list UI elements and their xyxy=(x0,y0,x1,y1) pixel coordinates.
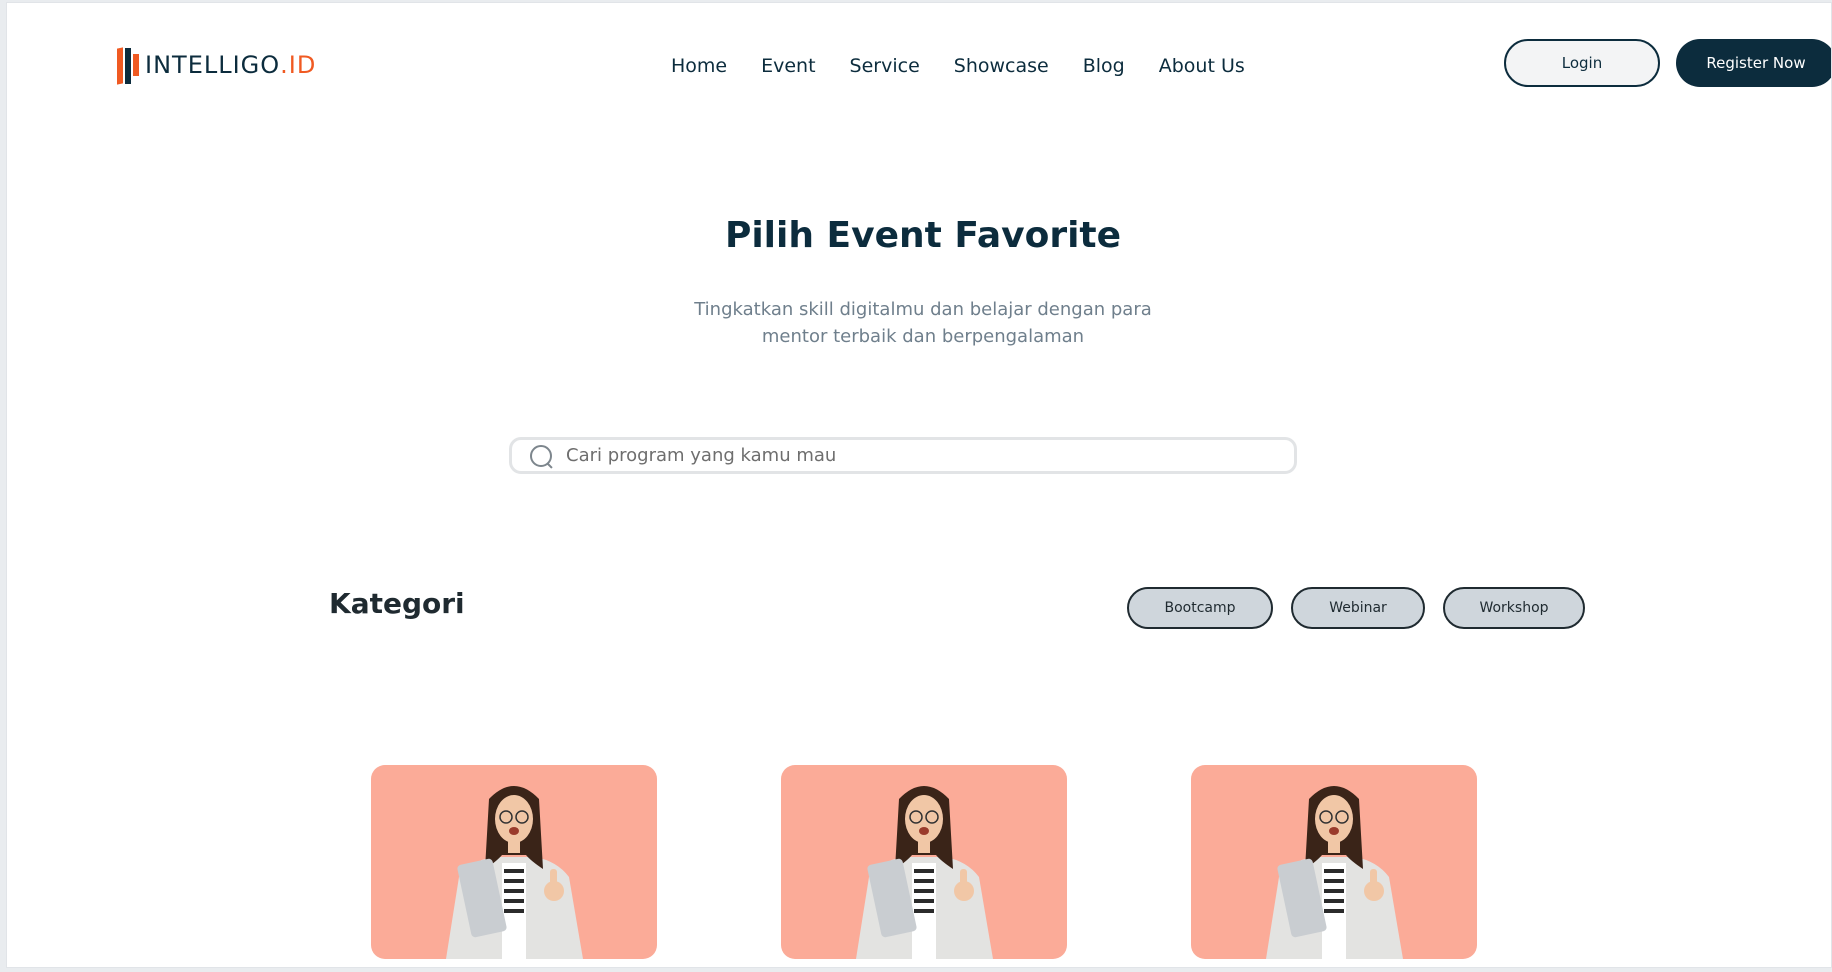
category-filter: Bootcamp Webinar Workshop xyxy=(1127,587,1585,629)
main-nav: Home Event Service Showcase Blog About U… xyxy=(671,55,1245,77)
event-card[interactable] xyxy=(1191,765,1477,959)
nav-item-showcase[interactable]: Showcase xyxy=(954,55,1049,77)
chip-workshop[interactable]: Workshop xyxy=(1443,587,1585,629)
kategori-heading: Kategori xyxy=(329,587,465,620)
nav-item-home[interactable]: Home xyxy=(671,55,727,77)
nav-item-blog[interactable]: Blog xyxy=(1083,55,1125,77)
search-icon xyxy=(528,443,554,469)
hero-subtitle-line-2: mentor terbaik dan berpengalaman xyxy=(761,326,1085,347)
search-input[interactable] xyxy=(566,445,1266,466)
nav-item-service[interactable]: Service xyxy=(850,55,920,77)
brand-name-suffix: .ID xyxy=(280,51,317,79)
brand-logo[interactable]: INTELLIGO .ID xyxy=(117,45,316,85)
chip-bootcamp[interactable]: Bootcamp xyxy=(1127,587,1273,629)
event-card-list xyxy=(371,765,1477,959)
chip-webinar[interactable]: Webinar xyxy=(1291,587,1425,629)
page: INTELLIGO .ID Home Event Service Showcase… xyxy=(6,2,1832,968)
login-button[interactable]: Login xyxy=(1504,39,1660,87)
nav-item-about-us[interactable]: About Us xyxy=(1159,55,1245,77)
woman-with-laptop-image xyxy=(856,786,993,959)
brand-name-main: INTELLIGO xyxy=(145,51,281,79)
event-card[interactable] xyxy=(371,765,657,959)
hero-subtitle: Tingkatkan skill digitalmu dan belajar d… xyxy=(7,296,1831,350)
event-card[interactable] xyxy=(781,765,1067,959)
hero-subtitle-line-1: Tingkatkan skill digitalmu dan belajar d… xyxy=(694,299,1152,320)
register-now-button[interactable]: Register Now xyxy=(1676,39,1831,87)
page-title: Pilih Event Favorite xyxy=(724,215,1122,256)
brand-name: INTELLIGO .ID xyxy=(145,51,316,79)
nav-item-event[interactable]: Event xyxy=(761,55,815,77)
woman-with-laptop-image xyxy=(1266,786,1403,959)
search-bar[interactable] xyxy=(509,437,1297,474)
logo-mark-icon xyxy=(117,46,139,85)
woman-with-laptop-image xyxy=(446,786,583,959)
